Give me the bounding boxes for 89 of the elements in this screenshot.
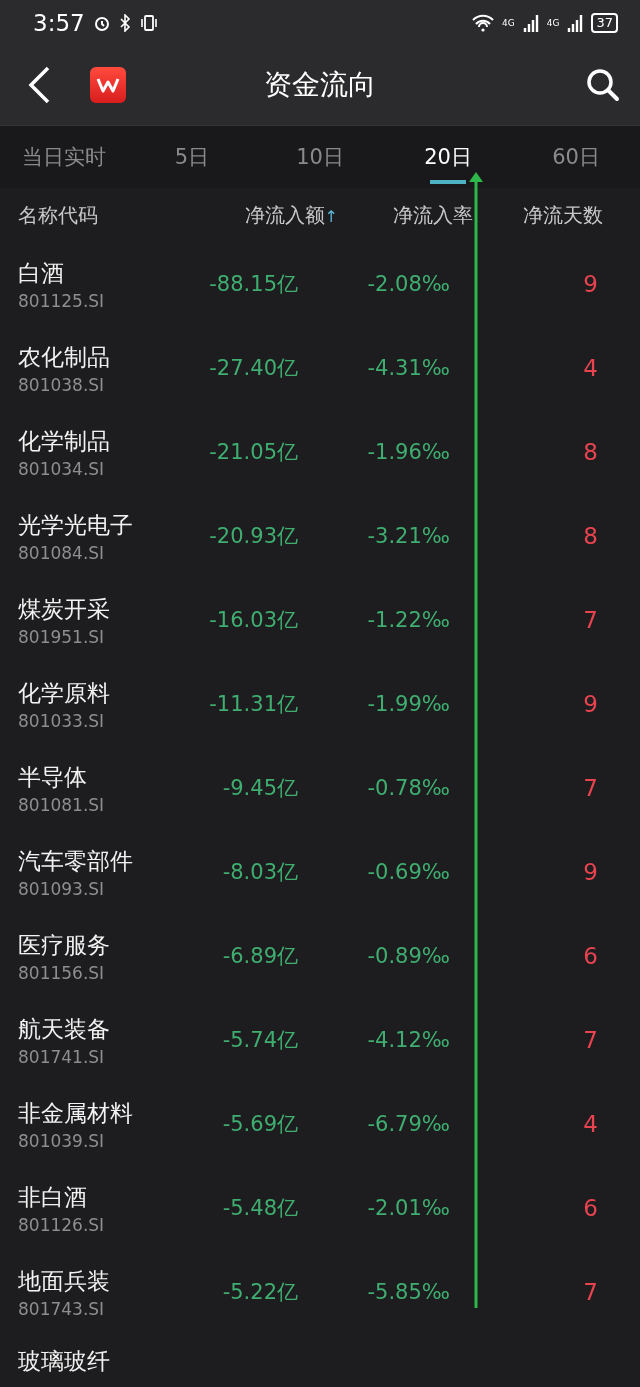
search-icon[interactable] [586, 68, 620, 102]
net-inflow-days: 9 [450, 271, 598, 297]
net-inflow-rate: -0.89‰ [366, 944, 450, 968]
vibrate-icon [138, 13, 159, 32]
period-tab[interactable]: 60日 [512, 126, 640, 188]
network-label: 4G [502, 17, 515, 28]
net-inflow-rate: -2.08‰ [366, 272, 450, 296]
net-inflow-amount: -21.05亿 [208, 439, 298, 466]
net-inflow-rate: -2.01‰ [366, 1196, 450, 1220]
industry-code: 801081.SI [18, 794, 106, 815]
bluetooth-icon [118, 13, 131, 32]
signal-icon [567, 13, 584, 32]
net-inflow-days: 7 [450, 775, 598, 801]
industry-code: 801951.SI [18, 626, 106, 647]
period-tab[interactable]: 20日 [384, 126, 512, 188]
industry-name: 煤炭开采 [18, 594, 111, 624]
industry-name: 地面兵装 [18, 1266, 111, 1296]
industry-name: 光学光电子 [18, 510, 134, 540]
net-inflow-rate: -1.96‰ [366, 440, 450, 464]
industry-name: 非白酒 [18, 1182, 88, 1212]
period-tab[interactable]: 当日实时 [0, 126, 128, 188]
net-inflow-days: 9 [450, 859, 598, 885]
industry-code: 801039.SI [18, 1130, 106, 1151]
net-inflow-rate: -4.12‰ [366, 1028, 450, 1052]
sort-arrow-icon: ↑ [324, 206, 338, 226]
signal-icon [522, 13, 539, 32]
column-header[interactable]: 净流入率 [338, 201, 473, 229]
net-inflow-amount: -88.15亿 [208, 271, 298, 298]
industry-code: 801741.SI [18, 1046, 106, 1067]
industry-code: 801156.SI [18, 962, 106, 983]
net-inflow-rate: -0.78‰ [366, 776, 450, 800]
industry-name: 非金属材料 [18, 1098, 134, 1128]
industry-code: 801093.SI [18, 878, 106, 899]
net-inflow-days: 6 [450, 943, 598, 969]
industry-code: 801084.SI [18, 542, 106, 563]
industry-name: 半导体 [18, 762, 88, 792]
column-header[interactable]: 名称代码 [18, 201, 188, 229]
net-inflow-rate: -6.79‰ [366, 1112, 450, 1136]
industry-code: 801743.SI [18, 1298, 106, 1319]
net-inflow-amount: -6.89亿 [221, 943, 298, 970]
status-time: 3:57 [33, 9, 85, 36]
industry-name: 医疗服务 [18, 930, 111, 960]
industry-name: 化学制品 [18, 426, 111, 456]
net-inflow-days: 7 [450, 607, 598, 633]
net-inflow-days: 8 [450, 523, 598, 549]
net-inflow-days: 9 [450, 691, 598, 717]
net-inflow-days: 7 [450, 1027, 598, 1053]
net-inflow-days: 8 [450, 439, 598, 465]
industry-code: 801038.SI [18, 374, 106, 395]
industry-name: 白酒 [18, 258, 65, 288]
industry-name: 汽车零部件 [18, 846, 134, 876]
battery-level: 37 [591, 12, 618, 33]
net-inflow-rate: -5.85‰ [366, 1280, 450, 1304]
net-inflow-amount: -5.69亿 [221, 1111, 298, 1138]
period-tab[interactable]: 5日 [128, 126, 256, 188]
net-inflow-amount: -20.93亿 [208, 523, 298, 550]
page-title: 资金流向 [264, 67, 376, 103]
net-inflow-rate: -1.99‰ [366, 692, 450, 716]
column-header[interactable]: 净流入额↑ [188, 201, 338, 229]
column-header[interactable]: 净流天数 [473, 201, 603, 229]
net-inflow-amount: -27.40亿 [208, 355, 298, 382]
net-inflow-amount: -8.03亿 [221, 859, 298, 886]
net-inflow-amount: -9.45亿 [221, 775, 298, 802]
net-inflow-amount: -5.74亿 [221, 1027, 298, 1054]
industry-name: 化学原料 [18, 678, 111, 708]
industry-code: 801033.SI [18, 710, 106, 731]
industry-code: 801126.SI [18, 1214, 106, 1235]
net-inflow-days: 6 [450, 1195, 598, 1221]
industry-code: 801125.SI [18, 290, 106, 311]
network-label: 4G [546, 17, 560, 28]
net-inflow-amount: -16.03亿 [208, 607, 298, 634]
net-inflow-rate: -0.69‰ [366, 860, 450, 884]
net-inflow-days: 4 [450, 355, 598, 381]
net-inflow-amount: -11.31亿 [208, 691, 298, 718]
net-inflow-days: 4 [450, 1111, 598, 1137]
industry-name: 航天装备 [18, 1014, 111, 1044]
app-logo-icon [90, 67, 126, 103]
industry-code: 801034.SI [18, 458, 106, 479]
industry-name: 农化制品 [18, 342, 111, 372]
net-inflow-days: 7 [450, 1279, 598, 1305]
net-inflow-rate: -4.31‰ [366, 356, 450, 380]
back-icon[interactable] [28, 66, 50, 104]
industry-name: 玻璃玻纤 [18, 1348, 110, 1374]
wifi-icon [472, 13, 495, 32]
net-inflow-rate: -3.21‰ [366, 524, 450, 548]
net-inflow-amount: -5.48亿 [221, 1195, 298, 1222]
net-inflow-rate: -1.22‰ [366, 608, 450, 632]
period-tab[interactable]: 10日 [256, 126, 384, 188]
net-inflow-amount: -5.22亿 [221, 1279, 298, 1306]
